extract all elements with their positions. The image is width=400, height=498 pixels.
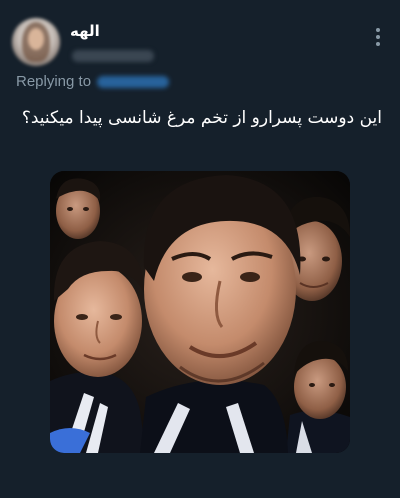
- handle-redacted[interactable]: [72, 50, 154, 62]
- avatar[interactable]: [12, 18, 60, 66]
- face-left: [50, 241, 146, 453]
- more-options-icon[interactable]: [370, 26, 386, 48]
- media-photo: [50, 171, 350, 453]
- display-name[interactable]: الهه: [70, 22, 100, 40]
- face-center: [140, 175, 301, 453]
- face-top-left: [56, 178, 101, 239]
- tweet-card[interactable]: الهه Replying to این دوست پسرارو از تخم …: [0, 0, 400, 498]
- tweet-text: این دوست پسرارو از تخم مرغ شانسی پیدا می…: [21, 108, 382, 128]
- avatar-face: [28, 28, 44, 50]
- replying-to-label: Replying to: [16, 73, 92, 90]
- reply-handle-redacted[interactable]: [97, 75, 170, 88]
- replying-to: Replying to: [16, 73, 170, 90]
- tweet-media-image[interactable]: [50, 171, 350, 453]
